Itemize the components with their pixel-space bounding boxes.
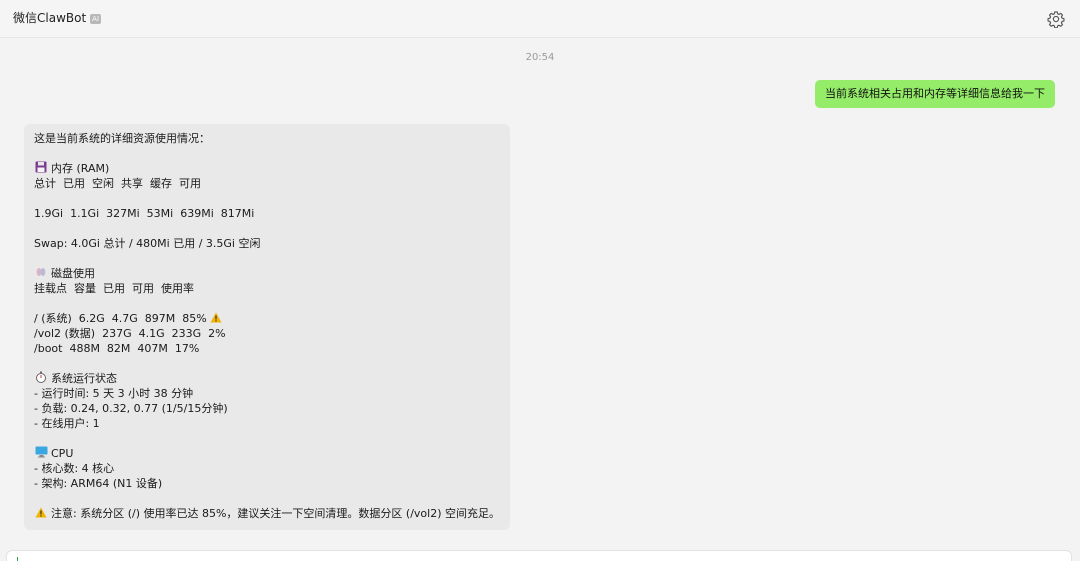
window-title: 微信ClawBot AI (13, 11, 102, 25)
disk-icon (34, 266, 48, 281)
input-caret (17, 557, 18, 561)
memory-values: 1.9Gi 1.1Gi 327Mi 53Mi 639Mi 817Mi (34, 207, 255, 220)
warning-icon (34, 506, 48, 521)
system-load: - 负载: 0.24, 0.32, 0.77 (1/5/15分钟) (34, 402, 228, 415)
message-input[interactable] (6, 550, 1072, 561)
cpu-section-title: CPU (34, 446, 500, 461)
stopwatch-icon (34, 371, 48, 386)
cpu-arch: - 架构: ARM64 (N1 设备) (34, 477, 163, 490)
cpu-cores: - 核心数: 4 核心 (34, 462, 115, 475)
floppy-disk-icon (34, 161, 48, 176)
bot-reply-bubble[interactable]: 这是当前系统的详细资源使用情况： 内存 (RAM) 总计 已用 空闲 共享 缓存… (24, 124, 510, 530)
chat-window: 微信ClawBot AI 20:54 当前系统相关占用和内存等详细信息给我一下 这… (0, 0, 1080, 561)
memory-header: 总计 已用 空闲 共享 缓存 可用 (34, 177, 201, 190)
title-bar: 微信ClawBot AI (0, 0, 1080, 38)
ai-badge: AI (90, 14, 102, 24)
reply-intro: 这是当前系统的详细资源使用情况： (34, 132, 210, 145)
swap-line: Swap: 4.0Gi 总计 / 480Mi 已用 / 3.5Gi 空闲 (34, 237, 261, 250)
disk-section-title: 磁盘使用 (34, 266, 500, 281)
disk-row-root: / (系统) 6.2G 4.7G 897M 85% (34, 311, 500, 326)
disk-row-boot: /boot 488M 82M 407M 17% (34, 342, 200, 355)
system-users: - 在线用户: 1 (34, 417, 100, 430)
disk-row-vol2: /vol2 (数据) 237G 4.1G 233G 2% (34, 327, 226, 340)
memory-section-title: 内存 (RAM) (34, 161, 500, 176)
warning-icon (210, 312, 222, 325)
system-uptime: - 运行时间: 5 天 3 小时 38 分钟 (34, 387, 194, 400)
disk-header: 挂载点 容量 已用 可用 使用率 (34, 282, 194, 295)
user-message-bubble[interactable]: 当前系统相关占用和内存等详细信息给我一下 (815, 80, 1055, 108)
gear-icon[interactable] (1047, 10, 1065, 28)
system-section-title: 系统运行状态 (34, 371, 500, 386)
note-line: 注意: 系统分区 (/) 使用率已达 85%，建议关注一下空间清理。数据分区 (… (34, 506, 500, 521)
computer-icon (34, 446, 48, 461)
message-timestamp: 20:54 (525, 52, 555, 63)
window-title-text: 微信ClawBot (13, 11, 87, 25)
